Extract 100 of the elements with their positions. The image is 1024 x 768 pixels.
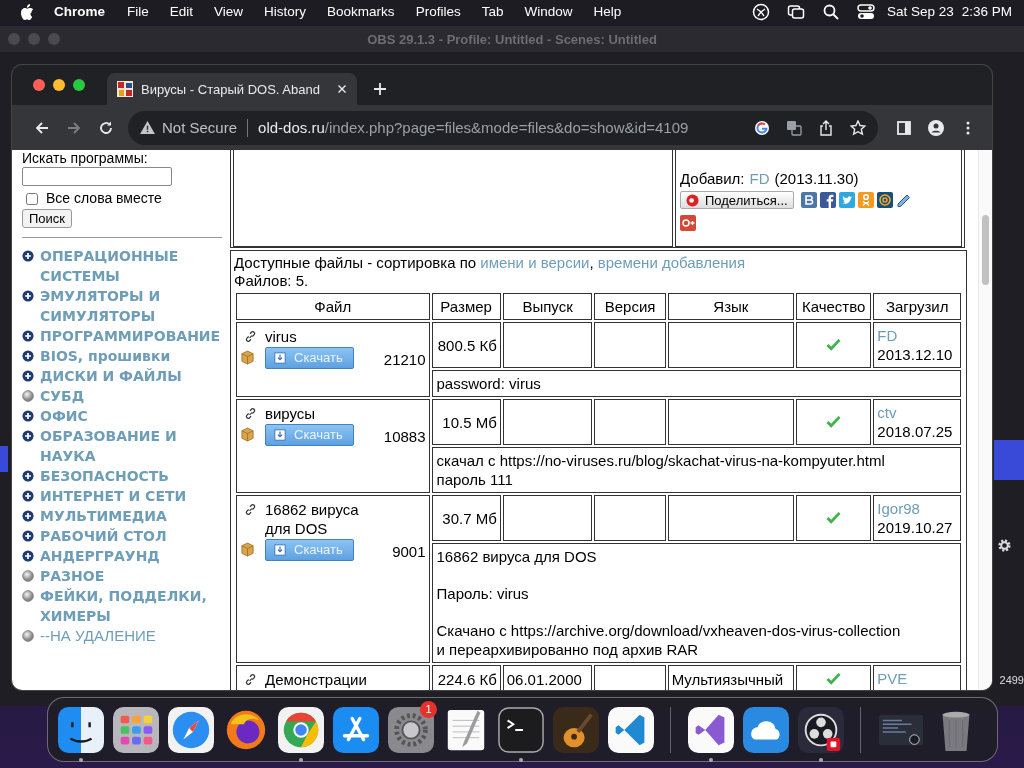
uploader-link[interactable]: ctv xyxy=(877,404,897,421)
settings-icon[interactable] xyxy=(387,706,434,753)
social-share-icon[interactable] xyxy=(680,215,696,231)
plus-icon[interactable] xyxy=(22,250,34,262)
social-share-icon[interactable] xyxy=(800,192,817,208)
search-button[interactable]: Поиск xyxy=(22,209,73,228)
reload-icon[interactable] xyxy=(98,119,114,136)
security-label[interactable]: Not Secure xyxy=(162,119,238,136)
visualstudio-icon[interactable] xyxy=(687,706,734,753)
plus-icon[interactable] xyxy=(22,470,34,482)
file-name[interactable]: 16862 вируса для DOS xyxy=(265,500,380,538)
plus-icon[interactable] xyxy=(22,550,34,562)
windows-icon[interactable] xyxy=(786,2,805,21)
category-link[interactable]: --НА УДАЛЕНИЕ xyxy=(40,626,156,646)
sort-link[interactable]: времени добавления xyxy=(597,254,746,271)
google-icon[interactable] xyxy=(754,119,770,136)
menu-item[interactable]: File xyxy=(127,4,149,19)
finder-icon[interactable] xyxy=(57,706,104,753)
category-link[interactable]: ОПЕРАЦИОННЫЕ СИСТЕМЫ xyxy=(40,246,222,286)
package-icon xyxy=(240,542,255,557)
menu-item[interactable]: Window xyxy=(524,4,573,19)
menu-time[interactable]: 2:36 PM xyxy=(961,4,1012,19)
download-button[interactable]: Скачать xyxy=(265,346,354,369)
plus-icon[interactable] xyxy=(22,490,34,502)
social-share-icon[interactable] xyxy=(819,192,836,208)
settings-icon[interactable] xyxy=(997,538,1012,553)
weather-icon[interactable] xyxy=(742,706,789,753)
menu-item[interactable]: History xyxy=(264,4,307,19)
menu-item[interactable]: Help xyxy=(593,4,622,19)
checkbox[interactable] xyxy=(26,192,38,205)
sort-link[interactable]: имени и версии xyxy=(480,254,590,271)
plus-icon[interactable] xyxy=(22,430,34,442)
menu-item[interactable]: Tab xyxy=(481,4,504,19)
category-link[interactable]: ПРОГРАММИРОВАНИЕ xyxy=(40,326,221,346)
menu-date[interactable]: Sat Sep 23 xyxy=(886,4,954,19)
category-link[interactable]: СУБД xyxy=(40,386,85,406)
side-panel-icon[interactable] xyxy=(896,119,912,136)
safari-icon[interactable] xyxy=(167,706,214,753)
uploader-link[interactable]: FD xyxy=(877,327,898,344)
category-link[interactable]: ИНТЕРНЕТ И СЕТИ xyxy=(40,486,187,506)
user-link[interactable]: FD xyxy=(749,170,770,188)
obs-icon[interactable] xyxy=(797,706,844,753)
category-link[interactable]: ФЕЙКИ, ПОДДЕЛКИ, ХИМЕРЫ xyxy=(40,586,222,626)
app-menu[interactable]: Chrome xyxy=(54,4,105,19)
uploader-link[interactable]: PVE xyxy=(877,670,908,687)
table-cell: 10.5 Мб xyxy=(431,399,501,445)
plus-icon[interactable] xyxy=(22,330,34,342)
category-link[interactable]: БЕЗОПАСНОСТЬ xyxy=(40,466,170,486)
appstore-icon[interactable] xyxy=(332,706,379,753)
share-icon[interactable] xyxy=(818,119,834,136)
plus-icon[interactable] xyxy=(22,410,34,422)
category-link[interactable]: ОБРАЗОВАНИЕ И НАУКА xyxy=(40,426,222,466)
category-link[interactable]: ЭМУЛЯТОРЫ И СИМУЛЯТОРЫ xyxy=(40,286,222,326)
minimize-control[interactable] xyxy=(53,79,65,91)
back-icon[interactable] xyxy=(34,119,50,136)
profile-icon[interactable] xyxy=(928,119,944,136)
file-name[interactable]: Демонстрации xyxy=(265,670,367,689)
search-field[interactable] xyxy=(22,167,172,186)
file-name[interactable]: вирусы xyxy=(265,404,316,423)
launchpad-icon[interactable] xyxy=(112,706,159,753)
share-button[interactable]: Поделиться... xyxy=(680,191,794,209)
close-icon[interactable] xyxy=(337,84,347,94)
plus-icon[interactable] xyxy=(22,350,34,362)
plus-icon[interactable] xyxy=(22,370,34,382)
bookmark-star-icon[interactable] xyxy=(850,119,866,136)
plus-icon[interactable] xyxy=(22,510,34,522)
download-button[interactable]: Скачать xyxy=(265,538,354,561)
file-name[interactable]: virus xyxy=(265,327,297,346)
social-share-icon[interactable] xyxy=(876,192,893,208)
apple-icon[interactable] xyxy=(20,3,34,20)
category-link[interactable]: BIOS, прошивки xyxy=(40,346,171,366)
menu-item[interactable]: Edit xyxy=(169,4,194,19)
plus-icon[interactable] xyxy=(22,530,34,542)
category-link[interactable]: РАБОЧИЙ СТОЛ xyxy=(40,526,167,546)
category-link[interactable]: ОФИС xyxy=(40,406,88,426)
control-center-icon[interactable] xyxy=(856,2,875,21)
terminal-icon[interactable] xyxy=(497,706,544,753)
category-link[interactable]: ДИСКИ И ФАЙЛЫ xyxy=(40,366,182,386)
search-icon[interactable] xyxy=(821,2,840,21)
menu-item[interactable]: View xyxy=(214,4,244,19)
menu-item[interactable]: Profiles xyxy=(415,4,461,19)
plus-icon[interactable] xyxy=(22,290,34,302)
vscode-icon[interactable] xyxy=(607,706,654,753)
download-button[interactable]: Скачать xyxy=(265,423,354,446)
garageband-icon[interactable] xyxy=(552,706,599,753)
category-link[interactable]: РАЗНОЕ xyxy=(40,566,105,586)
address-bar[interactable]: Not Secure old-dos.ru/index.php?page=files&mode=files&do=show&id=4109 xyxy=(128,110,878,145)
scrollbar-thumb[interactable] xyxy=(982,215,989,285)
forward-icon[interactable] xyxy=(66,119,82,136)
chrome-icon[interactable] xyxy=(277,706,324,753)
pencil-icon[interactable] xyxy=(895,192,912,208)
zoom-control[interactable] xyxy=(73,79,85,91)
category-link[interactable]: АНДЕРГРАУНД xyxy=(40,546,160,566)
close-control[interactable] xyxy=(33,79,45,91)
new-tab-icon[interactable] xyxy=(373,82,387,96)
category-link[interactable]: МУЛЬТИМЕДИА xyxy=(40,506,167,526)
translate-icon[interactable] xyxy=(786,119,802,136)
menu-item[interactable]: Bookmarks xyxy=(327,4,395,19)
uploader-link[interactable]: Igor98 xyxy=(877,500,920,517)
browser-tab[interactable]: Вирусы - Старый DOS. Aband xyxy=(107,73,357,105)
